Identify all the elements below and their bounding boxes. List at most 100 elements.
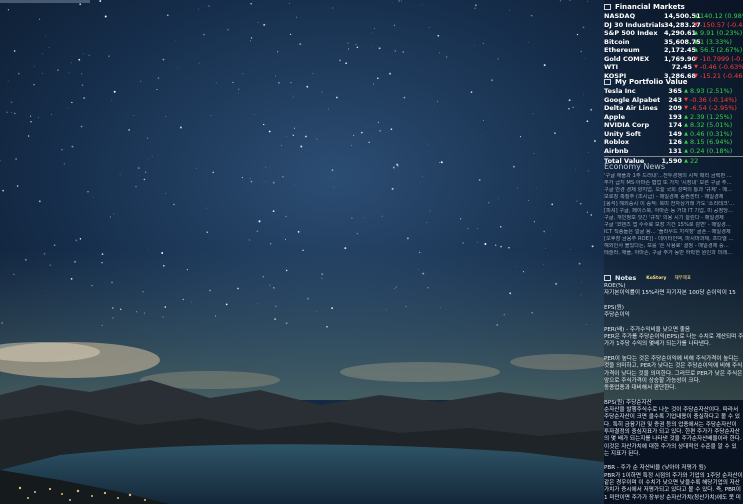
star xyxy=(347,42,349,44)
market-row[interactable]: Gold COMEX 1,769.90▼-10.7999 (-0.61%) xyxy=(604,55,743,64)
stock-row[interactable]: Unity Soft 149 ▲ 0.46 (0.31%) xyxy=(604,130,743,139)
star xyxy=(439,52,441,54)
stock-arrow-icon: ▲ xyxy=(684,139,688,145)
star xyxy=(16,185,19,187)
notes-tab-sub[interactable]: 재무제표 xyxy=(674,275,691,281)
star xyxy=(500,245,502,248)
notes-text[interactable]: ROE(%) 자기본이익률이 15%라면 자기자본 100당 순이익이 15 E… xyxy=(604,283,743,501)
star xyxy=(300,145,303,148)
portfolio-header: My Portfolio Value xyxy=(604,77,743,87)
star xyxy=(272,210,275,212)
star xyxy=(583,93,584,95)
star xyxy=(440,161,443,164)
star xyxy=(148,159,150,160)
star xyxy=(1,322,3,324)
star xyxy=(477,242,478,243)
star xyxy=(418,269,420,270)
news-item[interactable]: 모로징 촉질주 (조시급) - 매일경제 증권센터 - 매일경제 xyxy=(604,194,743,201)
stock-row[interactable]: Delta Air Lines Inc 209▼-6.54 (-2.95%) xyxy=(604,104,743,113)
star xyxy=(140,80,142,82)
star xyxy=(45,35,47,37)
market-arrow-icon: ▲ xyxy=(694,30,698,36)
star xyxy=(498,198,499,199)
market-row[interactable]: Bitcoin 35,608.75 ▲ 1 (3.33%) xyxy=(604,38,743,47)
star xyxy=(580,50,582,53)
star xyxy=(306,85,309,88)
stock-name: Unity Soft xyxy=(604,129,641,138)
stock-row[interactable]: Apple 193 ▲ 2.39 (1.25%) xyxy=(604,113,743,122)
stock-row[interactable]: Airbnb 131 ▲ 0.24 (0.18%) xyxy=(604,147,743,156)
stock-change: 8.15 (6.94%) xyxy=(690,138,733,146)
star xyxy=(531,312,533,314)
stock-arrow-icon: ▲ xyxy=(684,88,688,94)
stock-row[interactable]: Roblox 126 ▲ 8.15 (6.94%) xyxy=(604,138,743,147)
market-arrow-icon: ▲ xyxy=(694,38,698,45)
market-value: 14,500.51 xyxy=(664,12,701,20)
stock-change: -6.54 (-2.95%) xyxy=(690,104,737,112)
market-value: 72.45 xyxy=(671,63,692,71)
star xyxy=(473,44,475,46)
star xyxy=(347,48,350,50)
star xyxy=(345,62,347,65)
star xyxy=(206,207,208,209)
stock-row[interactable]: Google Alpabet A 243▼-0.36 (-0.14%) xyxy=(604,96,743,105)
star xyxy=(406,237,409,240)
star xyxy=(79,238,82,240)
market-value: 1,769.90 xyxy=(664,54,697,63)
star xyxy=(513,165,515,168)
market-row[interactable]: Ethereum 2,172.45 ▲ 56.5 (2.67%) xyxy=(604,46,743,55)
star xyxy=(206,231,208,233)
star xyxy=(198,62,200,64)
star xyxy=(111,100,113,101)
market-row[interactable]: S&P 500 Index 4,290.61 ▲ 9.91 (0.23%) xyxy=(604,29,743,38)
star xyxy=(165,192,167,194)
star xyxy=(543,64,546,67)
market-value: 34,283.27 xyxy=(664,20,701,29)
star xyxy=(162,58,165,61)
stock-row[interactable]: Tesla Inc 365 ▲ 8.93 (2.51%) xyxy=(604,87,743,96)
star xyxy=(405,306,407,308)
market-arrow-icon: ▲ xyxy=(694,13,698,19)
star xyxy=(101,261,103,264)
news-item[interactable]: 해외인사 볼있다는, 보를 '쓴 사용료' 결정 - 매일경제 증... xyxy=(604,243,743,250)
star xyxy=(282,175,284,178)
star xyxy=(576,33,579,36)
star xyxy=(393,24,396,26)
market-row[interactable]: WTI 72.45 ▼ -0.46 (-0.63%) xyxy=(604,63,743,72)
news-item[interactable]: [오후장 금융주 ROE]] - 데이터인덱, 마시마과제, 프다엘 ... xyxy=(604,236,743,243)
star xyxy=(157,77,160,79)
news-item[interactable]: [피셔] 구글, 페이스북, 아마존 등 거대 IT 기업, 미 공정당... xyxy=(604,208,743,215)
star xyxy=(151,156,153,157)
notes-tab[interactable]: KoStory xyxy=(646,276,666,281)
news-item[interactable]: 구글, 개인정보 잇긴 '규칙' 의용 시기 늘린다 - 매일경제 xyxy=(604,215,743,222)
news-item[interactable]: ICT 직종들은 얼굴 용... '플라우드 지각장' 골폰 - 매일경제 xyxy=(604,229,743,236)
star xyxy=(274,318,277,321)
star xyxy=(530,14,533,17)
market-change: -150.57 (-0.44%) xyxy=(700,20,743,29)
star xyxy=(238,88,240,91)
star xyxy=(265,166,267,168)
star xyxy=(87,191,89,193)
star xyxy=(142,291,144,293)
stock-value: 365 xyxy=(668,87,682,95)
news-item[interactable]: 구글 안경 경제 양지업, 오늘 국회 성벽의 통과 '규제' - 메... xyxy=(604,187,743,194)
star xyxy=(559,0,561,2)
market-arrow-icon: ▼ xyxy=(694,21,698,28)
news-item[interactable]: 테슬라, 애플, 아마존, 구글 주가 동반 하락한 원인과 미래... xyxy=(604,250,743,257)
news-item[interactable]: '구글 애플과 1주 드러내'...전투경쟁의 시작 때리 금렉펀 ... xyxy=(604,173,743,180)
star xyxy=(576,200,578,202)
market-row[interactable]: DJ 30 Industrials 34,283.27 ▼ -150.57 (-0.4… xyxy=(604,21,743,30)
star xyxy=(401,0,402,2)
news-item[interactable]: 주가 급지 MS·아마존 협업 또 가지 '시장내' 모른 구글 주... xyxy=(604,180,743,187)
star xyxy=(133,115,135,117)
star xyxy=(482,42,484,45)
star xyxy=(81,84,84,86)
stock-name: Airbnb xyxy=(604,146,629,155)
star xyxy=(284,238,286,240)
star xyxy=(582,26,585,29)
star xyxy=(119,308,122,311)
news-item[interactable]: [옹석] 해외증시 이 중적: 북미 전자상거래 가도 '소리테크'... xyxy=(604,201,743,208)
market-row[interactable]: NASDAQ 14,500.51▲140.12 (0.98%) xyxy=(604,12,743,21)
news-item[interactable]: 구글 '코덴즈 앱 수수료 보장 기간 15%로 감면' - 매일경... xyxy=(604,222,743,229)
stock-row[interactable]: NVIDIA Corp 174 ▲ 8.32 (5.01%) xyxy=(604,121,743,130)
